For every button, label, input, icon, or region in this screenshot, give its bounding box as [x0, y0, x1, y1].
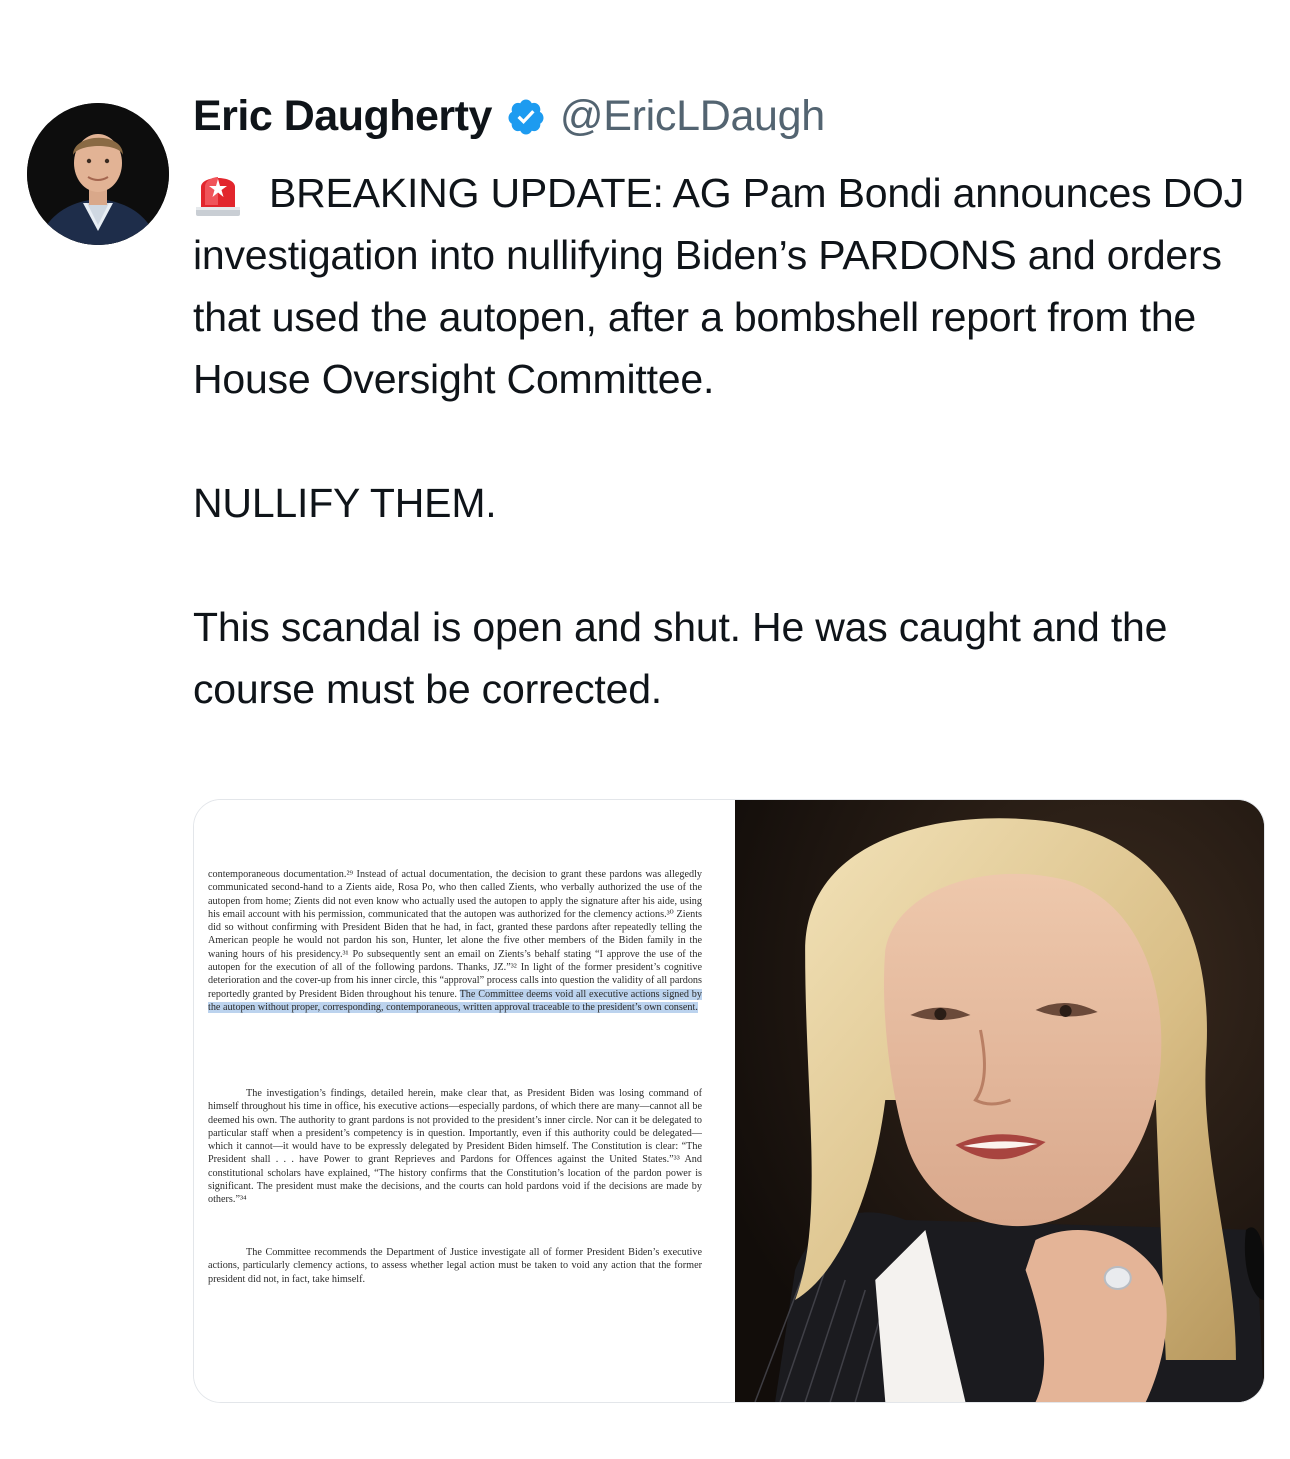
document-screenshot[interactable]: contemporaneous documentation.²⁹ Instead…	[194, 800, 735, 1402]
author-handle[interactable]: @EricLDaugh	[560, 92, 825, 141]
tweet-paragraph-3: This scandal is open and shut. He was ca…	[193, 604, 1168, 712]
tweet-paragraph-2: NULLIFY THEM.	[193, 480, 497, 526]
document-paragraph-2: The investigation’s findings, detailed h…	[208, 1088, 702, 1206]
avatar[interactable]	[27, 103, 169, 245]
tweet-media[interactable]: contemporaneous documentation.²⁹ Instead…	[193, 799, 1265, 1403]
tweet-header: Eric Daugherty @EricLDaugh	[193, 92, 825, 141]
tweet-text: BREAKING UPDATE: AG Pam Bondi announces …	[193, 162, 1273, 720]
tweet-paragraph-1: BREAKING UPDATE: AG Pam Bondi announces …	[193, 162, 1273, 410]
pam-bondi-photo[interactable]	[735, 800, 1264, 1402]
document-paragraph-1: contemporaneous documentation.²⁹ Instead…	[208, 868, 702, 1014]
document-paragraph-1-text: contemporaneous documentation.²⁹ Instead…	[208, 869, 702, 1000]
document-paragraph-3: The Committee recommends the Department …	[208, 1247, 702, 1285]
verified-badge-icon	[506, 97, 546, 137]
tweet-text-line1: BREAKING UPDATE: AG Pam Bondi announces …	[193, 170, 1245, 402]
author-name[interactable]: Eric Daugherty	[193, 92, 492, 141]
police-siren-icon	[193, 165, 243, 217]
